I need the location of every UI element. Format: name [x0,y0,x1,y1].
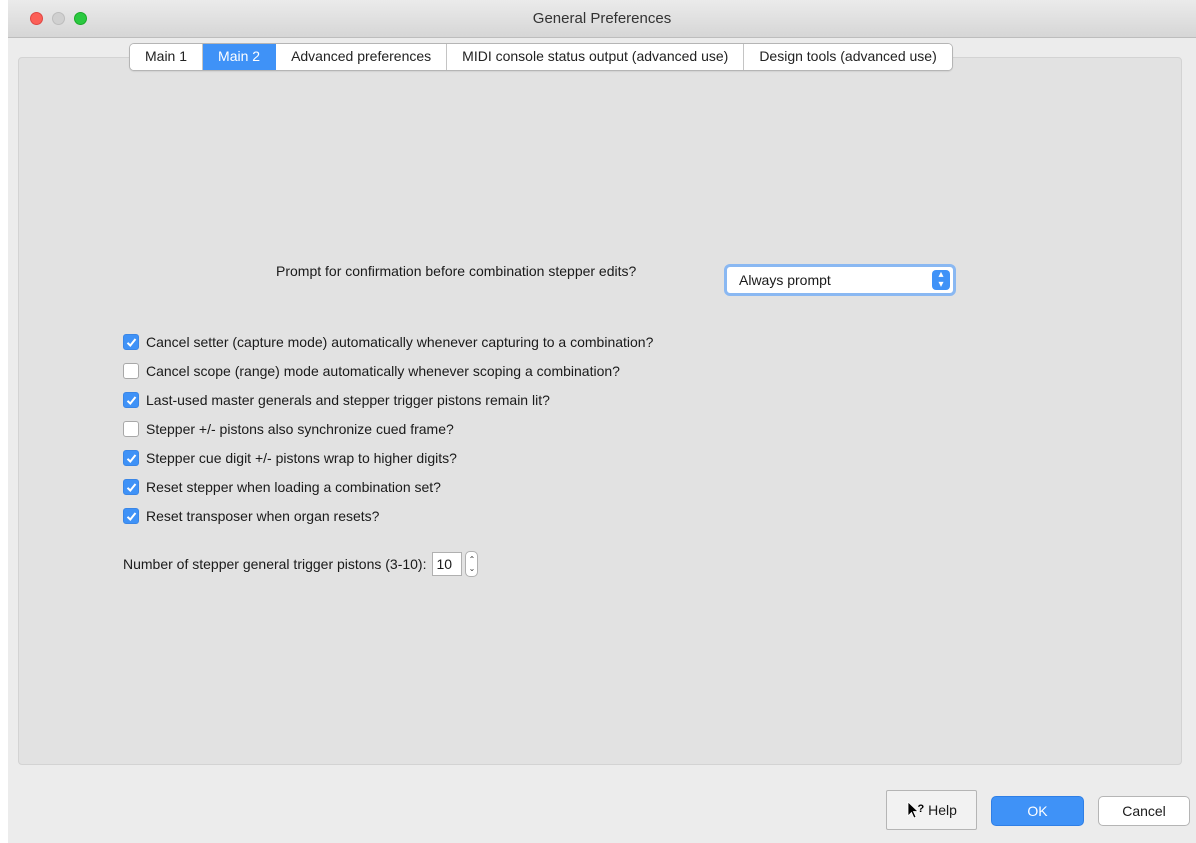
option-reset-stepper[interactable]: Reset stepper when loading a combination… [123,472,653,501]
checkbox[interactable] [123,449,139,466]
cancel-button[interactable]: Cancel [1098,796,1190,826]
chevron-up-icon[interactable]: ⌃ [469,555,476,564]
checkbox[interactable] [123,478,139,495]
option-wrap-higher-digits[interactable]: Stepper cue digit +/- pistons wrap to hi… [123,443,653,472]
updown-chevron-icon: ▴ ▾ [932,270,950,290]
option-reset-transposer[interactable]: Reset transposer when organ resets? [123,501,653,530]
option-label: Cancel setter (capture mode) automatical… [146,333,654,350]
checkmark-icon [126,337,137,347]
checkbox[interactable] [123,507,139,524]
stepper-count-stepper[interactable]: ⌃ ⌄ [465,551,479,577]
option-pistons-remain-lit[interactable]: Last-used master generals and stepper tr… [123,385,653,414]
option-cancel-scope[interactable]: Cancel scope (range) mode automatically … [123,356,653,385]
option-label: Stepper +/- pistons also synchronize cue… [146,420,454,437]
chevron-down-icon[interactable]: ⌄ [469,564,476,573]
stepper-count-label: Number of stepper general trigger piston… [123,556,427,572]
checkmark-icon [126,482,137,492]
title-bar: General Preferences [8,0,1196,38]
checkbox[interactable] [123,362,139,379]
options-list: Cancel setter (capture mode) automatical… [123,327,653,530]
checkbox[interactable] [123,420,139,437]
prompt-row: Prompt for confirmation before combinati… [276,263,636,279]
checkmark-icon [126,395,137,405]
prompt-select[interactable]: Always prompt ▴ ▾ [724,264,956,296]
option-label: Cancel scope (range) mode automatically … [146,362,620,379]
tab-midi-console-status-output[interactable]: MIDI console status output (advanced use… [447,44,745,70]
option-label: Reset stepper when loading a combination… [146,478,441,495]
option-synchronize-cued-frame[interactable]: Stepper +/- pistons also synchronize cue… [123,414,653,443]
svg-text:?: ? [918,803,925,815]
checkmark-icon [126,511,137,521]
ok-button[interactable]: OK [991,796,1084,826]
prompt-select-value: Always prompt [739,272,831,288]
checkbox[interactable] [123,391,139,408]
checkbox[interactable] [123,333,139,350]
help-button-label: Help [928,802,957,818]
checkmark-icon [126,453,137,463]
help-button[interactable]: ? Help [886,790,977,830]
window-edge [0,0,8,843]
stepper-count-input[interactable]: 10 [432,552,463,576]
option-label: Stepper cue digit +/- pistons wrap to hi… [146,449,457,466]
window-title: General Preferences [532,10,672,27]
stepper-count-row: Number of stepper general trigger piston… [123,551,479,577]
tab-main-2[interactable]: Main 2 [203,44,277,70]
prompt-label: Prompt for confirmation before combinati… [276,263,637,279]
tab-design-tools[interactable]: Design tools (advanced use) [744,44,952,70]
tab-advanced-preferences[interactable]: Advanced preferences [276,44,448,70]
tab-bar: Main 1 Main 2 Advanced preferences MIDI … [129,43,953,71]
option-label: Last-used master generals and stepper tr… [146,391,550,408]
tab-main-1[interactable]: Main 1 [130,44,204,70]
option-cancel-setter[interactable]: Cancel setter (capture mode) automatical… [123,327,653,356]
option-label: Reset transposer when organ resets? [146,507,380,524]
help-cursor-icon: ? [907,801,925,819]
